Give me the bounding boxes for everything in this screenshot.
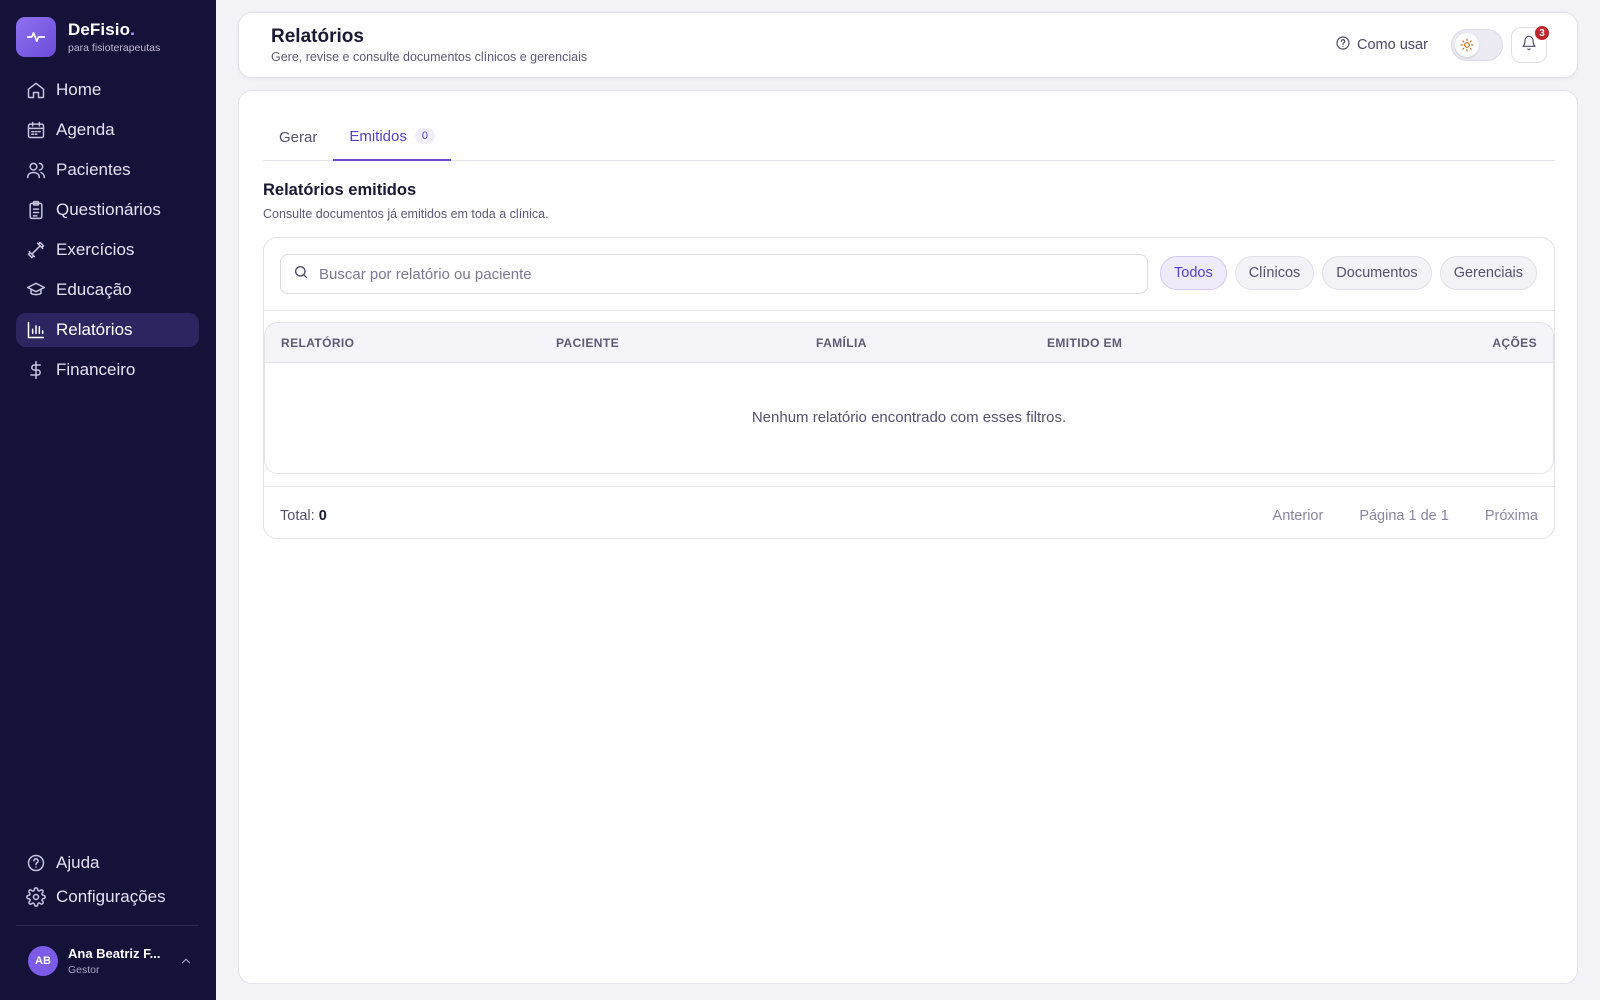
sidebar-item-educacao[interactable]: Educação — [16, 273, 199, 307]
pulse-logo-icon — [16, 17, 56, 57]
tab-count-badge: 0 — [414, 128, 435, 144]
sidebar-item-financeiro[interactable]: Financeiro — [16, 353, 199, 387]
sidebar-item-questionarios[interactable]: Questionários — [16, 193, 199, 227]
theme-toggle[interactable] — [1451, 29, 1503, 61]
table-header: RELATÓRIO PACIENTE FAMÍLIA EMITIDO EM AÇ… — [265, 323, 1553, 363]
tabs: Gerar Emitidos 0 — [263, 113, 1555, 161]
panel-divider — [264, 310, 1554, 311]
help-circle-icon — [1335, 35, 1351, 55]
main-nav: Home Agenda Pacientes Questionários Exer… — [16, 73, 199, 393]
sidebar-item-label: Relatórios — [56, 320, 133, 339]
filter-todos[interactable]: Todos — [1160, 256, 1227, 290]
pagination: Anterior Página 1 de 1 Próxima — [1273, 508, 1538, 524]
sidebar-item-label: Configurações — [56, 887, 166, 906]
page-title: Relatórios — [271, 26, 364, 47]
next-page-button[interactable]: Próxima — [1485, 508, 1538, 524]
column-paciente[interactable]: PACIENTE — [556, 336, 619, 350]
section-title: Relatórios emitidos — [263, 181, 417, 199]
sidebar-item-label: Pacientes — [56, 160, 131, 179]
page-indicator: Página 1 de 1 — [1359, 508, 1449, 524]
calendar-icon — [26, 120, 46, 140]
filter-documentos[interactable]: Documentos — [1322, 256, 1432, 290]
sidebar-item-label: Questionários — [56, 200, 161, 219]
sidebar-divider — [16, 925, 199, 926]
page-subtitle: Gere, revise e consulte documentos clíni… — [271, 50, 588, 64]
column-familia[interactable]: FAMÍLIA — [816, 336, 867, 350]
sidebar-item-configuracoes[interactable]: Configurações — [16, 880, 199, 914]
sidebar: DeFisio. para fisioterapeutas Home Agend… — [0, 0, 216, 1000]
reports-table: RELATÓRIO PACIENTE FAMÍLIA EMITIDO EM AÇ… — [264, 322, 1554, 474]
how-to-use-label: Como usar — [1357, 37, 1428, 53]
how-to-use-button[interactable]: Como usar — [1335, 35, 1428, 55]
footer-divider — [264, 486, 1554, 487]
users-icon — [26, 160, 46, 180]
total-count: Total: 0 — [280, 508, 327, 524]
column-emitido-em[interactable]: EMITIDO EM — [1047, 336, 1122, 350]
filter-chips: Todos Clínicos Documentos Gerenciais — [1160, 256, 1537, 290]
tab-label: Gerar — [279, 128, 318, 146]
dumbbell-icon — [26, 240, 46, 260]
search-input[interactable] — [319, 265, 1139, 283]
total-value: 0 — [318, 508, 327, 524]
sidebar-item-label: Ajuda — [56, 853, 100, 872]
user-menu[interactable]: AB Ana Beatriz F... Gestor — [28, 946, 193, 976]
tab-label: Emitidos — [349, 127, 407, 145]
sidebar-item-label: Educação — [56, 280, 132, 299]
search-icon — [293, 264, 309, 285]
sidebar-item-label: Agenda — [56, 120, 115, 139]
dollar-icon — [26, 360, 46, 380]
sidebar-item-label: Home — [56, 80, 102, 99]
tab-gerar[interactable]: Gerar — [263, 113, 333, 161]
sun-icon — [1455, 33, 1479, 57]
brand[interactable]: DeFisio. para fisioterapeutas — [16, 17, 160, 57]
filter-clinicos[interactable]: Clínicos — [1234, 256, 1315, 290]
home-icon — [26, 80, 46, 100]
search-box[interactable] — [280, 254, 1148, 294]
notifications-button[interactable]: 3 — [1511, 25, 1550, 63]
column-relatorio[interactable]: RELATÓRIO — [281, 336, 354, 350]
sidebar-item-home[interactable]: Home — [16, 73, 199, 107]
chevron-up-icon[interactable] — [179, 954, 193, 968]
notification-badge: 3 — [1534, 25, 1550, 41]
bar-chart-icon — [26, 320, 46, 340]
total-label: Total: — [280, 508, 315, 524]
main-card: Gerar Emitidos 0 Relatórios emitidos Con… — [238, 90, 1578, 984]
prev-page-button[interactable]: Anterior — [1273, 508, 1324, 524]
sidebar-item-ajuda[interactable]: Ajuda — [16, 846, 199, 880]
column-acoes: AÇÕES — [1492, 336, 1537, 350]
empty-state-message: Nenhum relatório encontrado com esses fi… — [751, 409, 1067, 426]
brand-name: DeFisio. — [68, 20, 135, 39]
brand-tagline: para fisioterapeutas — [68, 42, 161, 54]
sidebar-item-pacientes[interactable]: Pacientes — [16, 153, 199, 187]
graduation-cap-icon — [26, 280, 46, 300]
sidebar-item-label: Financeiro — [56, 360, 136, 379]
help-circle-icon — [26, 853, 46, 873]
clipboard-icon — [26, 200, 46, 220]
avatar: AB — [28, 946, 58, 976]
gear-icon — [26, 887, 46, 907]
filter-gerenciais[interactable]: Gerenciais — [1439, 256, 1537, 290]
user-role: Gestor — [68, 964, 100, 976]
sidebar-item-agenda[interactable]: Agenda — [16, 113, 199, 147]
reports-panel: Todos Clínicos Documentos Gerenciais REL… — [263, 237, 1555, 539]
sidebar-item-relatorios[interactable]: Relatórios — [16, 313, 199, 347]
secondary-nav: Ajuda Configurações — [16, 846, 199, 914]
tab-emitidos[interactable]: Emitidos 0 — [333, 113, 451, 161]
section-subtitle: Consulte documentos já emitidos em toda … — [263, 207, 549, 221]
page-header: Relatórios Gere, revise e consulte docum… — [238, 12, 1578, 78]
user-name: Ana Beatriz F... — [68, 946, 161, 961]
sidebar-item-label: Exercícios — [56, 240, 135, 259]
sidebar-item-exercicios[interactable]: Exercícios — [16, 233, 199, 267]
